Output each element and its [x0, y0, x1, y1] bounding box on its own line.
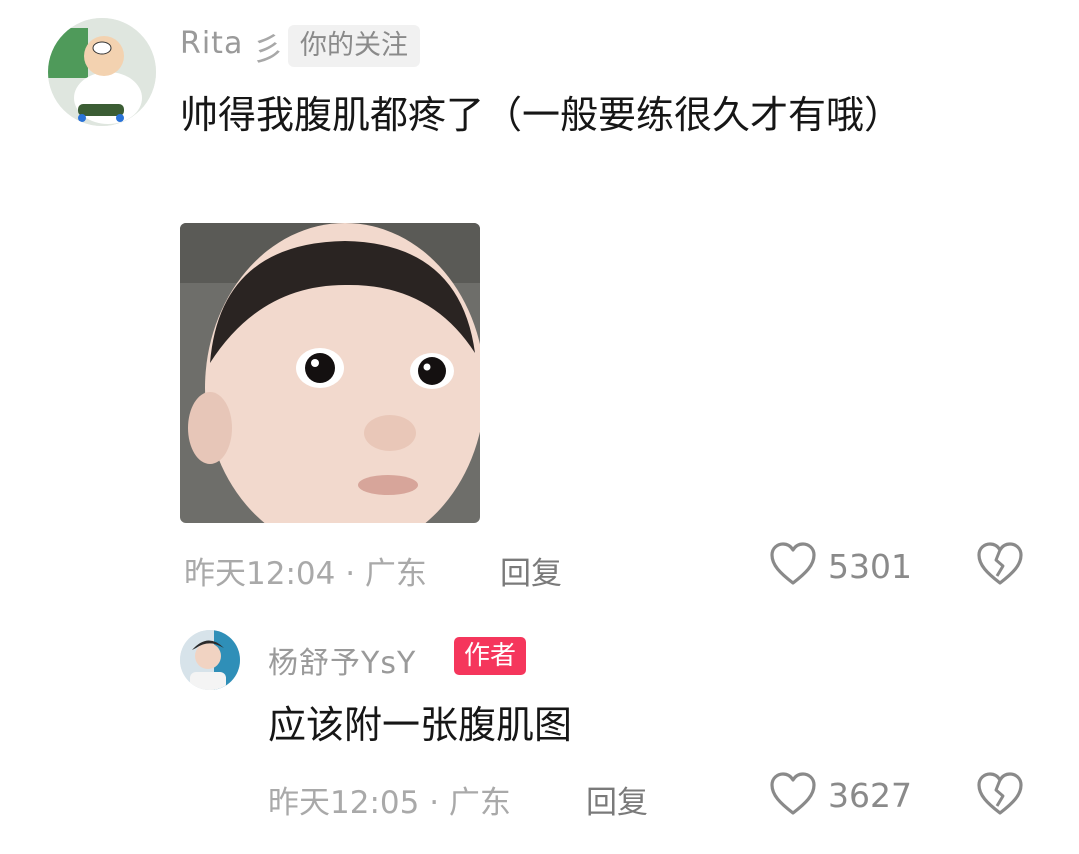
commenter-name[interactable]: Rita: [180, 26, 243, 61]
broken-heart-icon[interactable]: [975, 770, 1025, 818]
commenter-avatar[interactable]: [48, 18, 156, 126]
like-count: 5301: [828, 547, 912, 586]
reply-meta: 昨天12:05 · 广东: [268, 785, 511, 821]
broken-heart-icon[interactable]: [975, 540, 1025, 588]
like-count: 3627: [828, 776, 912, 815]
comment-text: 帅得我腹肌都疼了（一般要练很久才有哦）: [180, 93, 903, 137]
author-tag: 作者: [454, 637, 527, 675]
follow-tag: 你的关注: [288, 25, 420, 67]
heart-outline-icon[interactable]: [768, 540, 818, 588]
comment-sticker-image[interactable]: [180, 223, 480, 523]
reply-text: 应该附一张腹肌图: [268, 703, 573, 747]
user-badge-icon: 彡: [252, 30, 285, 68]
reply-button[interactable]: 回复: [500, 548, 562, 593]
reply-button[interactable]: 回复: [586, 777, 648, 822]
comment-meta: 昨天12:04 · 广东: [184, 556, 427, 592]
replier-avatar[interactable]: [180, 630, 240, 690]
heart-outline-icon[interactable]: [768, 770, 818, 818]
replier-name[interactable]: 杨舒予YsY: [268, 638, 416, 682]
